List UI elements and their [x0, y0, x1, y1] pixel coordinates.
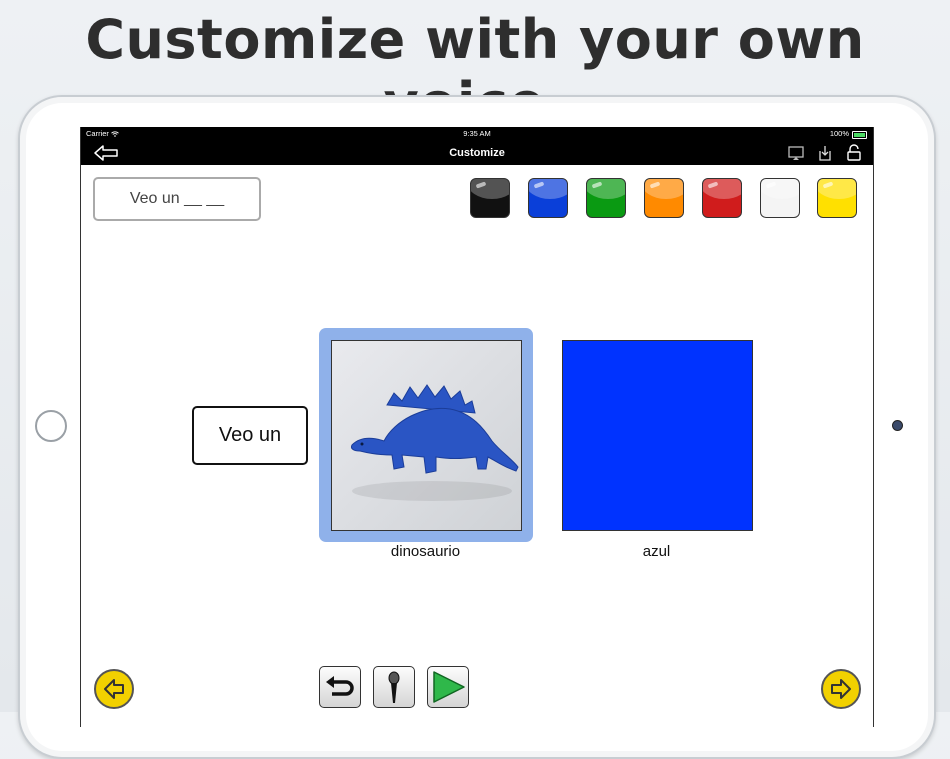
undo-icon: [326, 676, 354, 696]
home-button: [35, 410, 67, 442]
blue-color-card[interactable]: [562, 340, 753, 531]
download-icon[interactable]: [817, 144, 833, 162]
lock-open-icon[interactable]: [846, 144, 862, 162]
clock: 9:35 AM: [463, 129, 491, 138]
previous-button[interactable]: [94, 669, 134, 709]
swatch-orange[interactable]: [644, 178, 684, 218]
card-caption: azul: [642, 543, 671, 560]
play-button[interactable]: [427, 666, 469, 708]
dinosaur-image-icon: [351, 384, 519, 501]
undo-button[interactable]: [319, 666, 361, 708]
nav-bar: Customize: [81, 141, 873, 165]
play-icon: [433, 671, 465, 703]
arrow-right-icon: [831, 679, 851, 699]
swatch-red[interactable]: [702, 178, 742, 218]
swatch-yellow[interactable]: [817, 178, 857, 218]
battery-icon: [852, 131, 867, 139]
next-button[interactable]: [821, 669, 861, 709]
battery-percent: 100%: [829, 129, 849, 138]
dinosaur-card[interactable]: [331, 340, 522, 531]
app-screen: Carrier 9:35 AM 100% Customize Veo un __…: [80, 127, 874, 727]
swatch-white[interactable]: [760, 178, 800, 218]
record-button[interactable]: [373, 666, 415, 708]
swatch-green[interactable]: [586, 178, 626, 218]
swatch-blue[interactable]: [528, 178, 568, 218]
arrow-left-icon: [104, 679, 124, 699]
microphone-icon: [388, 671, 400, 703]
display-icon[interactable]: [787, 144, 805, 162]
card-caption: dinosaurio: [390, 543, 461, 560]
phrase-button[interactable]: Veo un __ __: [93, 177, 261, 221]
status-bar: Carrier 9:35 AM 100%: [81, 127, 873, 141]
swatch-black[interactable]: [470, 178, 510, 218]
nav-title: Customize: [449, 147, 505, 159]
camera-icon: [892, 420, 903, 431]
sentence-prefix-box[interactable]: Veo un: [192, 406, 308, 465]
